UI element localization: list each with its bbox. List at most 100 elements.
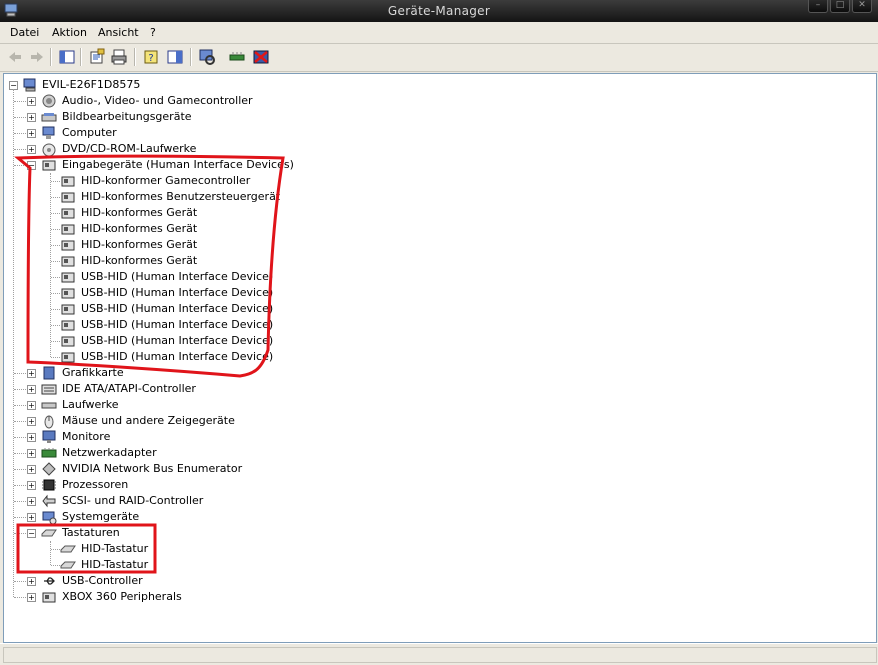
tree-category-13[interactable]: + Prozessoren: [4, 477, 424, 493]
menu-aktion[interactable]: Aktion: [52, 26, 87, 39]
device-label: USB-HID (Human Interface Device): [81, 350, 274, 363]
tree-category-18[interactable]: + XBOX 360 Peripherals: [4, 589, 424, 605]
help-icon[interactable]: ?: [142, 48, 160, 66]
category-label: Prozessoren: [62, 478, 129, 491]
window-title: Geräte-Manager: [387, 4, 491, 18]
expand-toggle[interactable]: +: [27, 449, 36, 458]
device-node[interactable]: HID-konformer Gamecontroller: [4, 173, 424, 189]
device-node[interactable]: HID-konformes Gerät: [4, 237, 424, 253]
hid-icon: [60, 221, 76, 237]
menu-ansicht[interactable]: Ansicht: [98, 26, 139, 39]
device-node[interactable]: HID-Tastatur: [4, 557, 424, 573]
keyboard-icon: [41, 525, 57, 541]
minimize-button[interactable]: –: [808, 0, 828, 13]
category-label: Eingabegeräte (Human Interface Devices): [62, 158, 294, 171]
svg-text:?: ?: [148, 53, 153, 64]
device-node[interactable]: USB-HID (Human Interface Device): [4, 349, 424, 365]
device-node[interactable]: USB-HID (Human Interface Device): [4, 285, 424, 301]
collapse-toggle[interactable]: −: [27, 161, 36, 170]
bus-enumerator-icon: [41, 461, 57, 477]
device-manager-window: Geräte-Manager – □ ✕ Datei Aktion Ansich…: [0, 0, 878, 665]
expand-toggle[interactable]: +: [27, 113, 36, 122]
ide-controller-icon: [41, 381, 57, 397]
title-bar[interactable]: Geräte-Manager – □ ✕: [0, 0, 878, 23]
device-node[interactable]: USB-HID (Human Interface Device): [4, 301, 424, 317]
tree-category-12[interactable]: + NVIDIA Network Bus Enumerator: [4, 461, 424, 477]
tree-category-15[interactable]: + Systemgeräte: [4, 509, 424, 525]
tree-category-2[interactable]: + Bildbearbeitungsgeräte: [4, 109, 424, 125]
device-node[interactable]: USB-HID (Human Interface Device): [4, 269, 424, 285]
speaker-icon: [41, 93, 57, 109]
expand-toggle[interactable]: +: [27, 145, 36, 154]
view-details-icon[interactable]: [166, 48, 184, 66]
system-devices-icon: [41, 509, 57, 525]
tree-category-1[interactable]: + Audio-, Video- und Gamecontroller: [4, 93, 424, 109]
tree-category-6[interactable]: + Grafikkarte: [4, 365, 424, 381]
forward-arrow-icon[interactable]: [28, 48, 46, 66]
print-icon[interactable]: [110, 48, 128, 66]
device-node[interactable]: HID-konformes Gerät: [4, 253, 424, 269]
close-button[interactable]: ✕: [852, 0, 872, 13]
expand-toggle[interactable]: +: [27, 129, 36, 138]
expand-toggle[interactable]: +: [27, 401, 36, 410]
tree-category-7[interactable]: + IDE ATA/ATAPI-Controller: [4, 381, 424, 397]
device-node[interactable]: USB-HID (Human Interface Device): [4, 333, 424, 349]
back-arrow-icon[interactable]: [6, 48, 24, 66]
scan-hardware-icon[interactable]: [198, 48, 216, 66]
tree-category-17[interactable]: + USB-Controller: [4, 573, 424, 589]
properties-icon[interactable]: [88, 48, 106, 66]
expand-toggle[interactable]: +: [27, 433, 36, 442]
device-label: USB-HID (Human Interface Device): [81, 270, 274, 283]
tree-category-9[interactable]: + Mäuse und andere Zeigegeräte: [4, 413, 424, 429]
category-label: Computer: [62, 126, 117, 139]
tree-category-8[interactable]: + Laufwerke: [4, 397, 424, 413]
tree-category-4[interactable]: + DVD/CD-ROM-Laufwerke: [4, 141, 424, 157]
device-label: USB-HID (Human Interface Device): [81, 334, 274, 347]
update-driver-icon[interactable]: [228, 48, 246, 66]
tree-category-5[interactable]: − Eingabegeräte (Human Interface Devices): [4, 157, 424, 173]
expand-toggle[interactable]: +: [27, 369, 36, 378]
expand-toggle[interactable]: +: [27, 465, 36, 474]
expand-toggle[interactable]: +: [27, 417, 36, 426]
hid-icon: [60, 253, 76, 269]
tree-category-11[interactable]: + Netzwerkadapter: [4, 445, 424, 461]
category-label: Bildbearbeitungsgeräte: [62, 110, 192, 123]
category-label: Tastaturen: [62, 526, 120, 539]
tree-category-14[interactable]: + SCSI- und RAID-Controller: [4, 493, 424, 509]
expand-toggle[interactable]: +: [27, 385, 36, 394]
hid-icon: [60, 301, 76, 317]
expand-toggle[interactable]: +: [27, 593, 36, 602]
menu-datei[interactable]: Datei: [10, 26, 39, 39]
collapse-toggle[interactable]: −: [27, 529, 36, 538]
device-label: HID-konformes Gerät: [81, 206, 198, 219]
menu-help[interactable]: ?: [150, 26, 156, 39]
tree-root-node[interactable]: − EVIL-E26F1D8575: [4, 77, 304, 93]
uninstall-icon[interactable]: [252, 48, 270, 66]
device-node[interactable]: HID-konformes Benutzersteuergerät: [4, 189, 424, 205]
expand-toggle[interactable]: +: [27, 481, 36, 490]
expand-toggle[interactable]: +: [27, 577, 36, 586]
device-label: USB-HID (Human Interface Device): [81, 286, 274, 299]
status-bar: [0, 643, 878, 665]
display-adapter-icon: [41, 365, 57, 381]
tree-category-16[interactable]: − Tastaturen: [4, 525, 424, 541]
computer-root-icon: [22, 77, 38, 93]
maximize-button[interactable]: □: [830, 0, 850, 13]
device-node[interactable]: HID-konformes Gerät: [4, 221, 424, 237]
show-hide-tree-icon[interactable]: [58, 48, 76, 66]
device-node[interactable]: USB-HID (Human Interface Device): [4, 317, 424, 333]
device-node[interactable]: HID-konformes Gerät: [4, 205, 424, 221]
device-tree[interactable]: − EVIL-E26F1D8575 + Audio-, Video- und Game…: [3, 73, 877, 643]
category-label: Mäuse und andere Zeigegeräte: [62, 414, 235, 427]
hid-icon: [60, 237, 76, 253]
tree-category-10[interactable]: + Monitore: [4, 429, 424, 445]
mouse-icon: [41, 413, 57, 429]
hid-icon: [60, 189, 76, 205]
tree-category-3[interactable]: + Computer: [4, 125, 424, 141]
expand-toggle[interactable]: +: [27, 97, 36, 106]
device-label: HID-Tastatur: [81, 558, 149, 571]
expand-toggle[interactable]: +: [27, 497, 36, 506]
device-node[interactable]: HID-Tastatur: [4, 541, 424, 557]
expand-toggle[interactable]: +: [27, 513, 36, 522]
device-label: HID-konformes Gerät: [81, 222, 198, 235]
